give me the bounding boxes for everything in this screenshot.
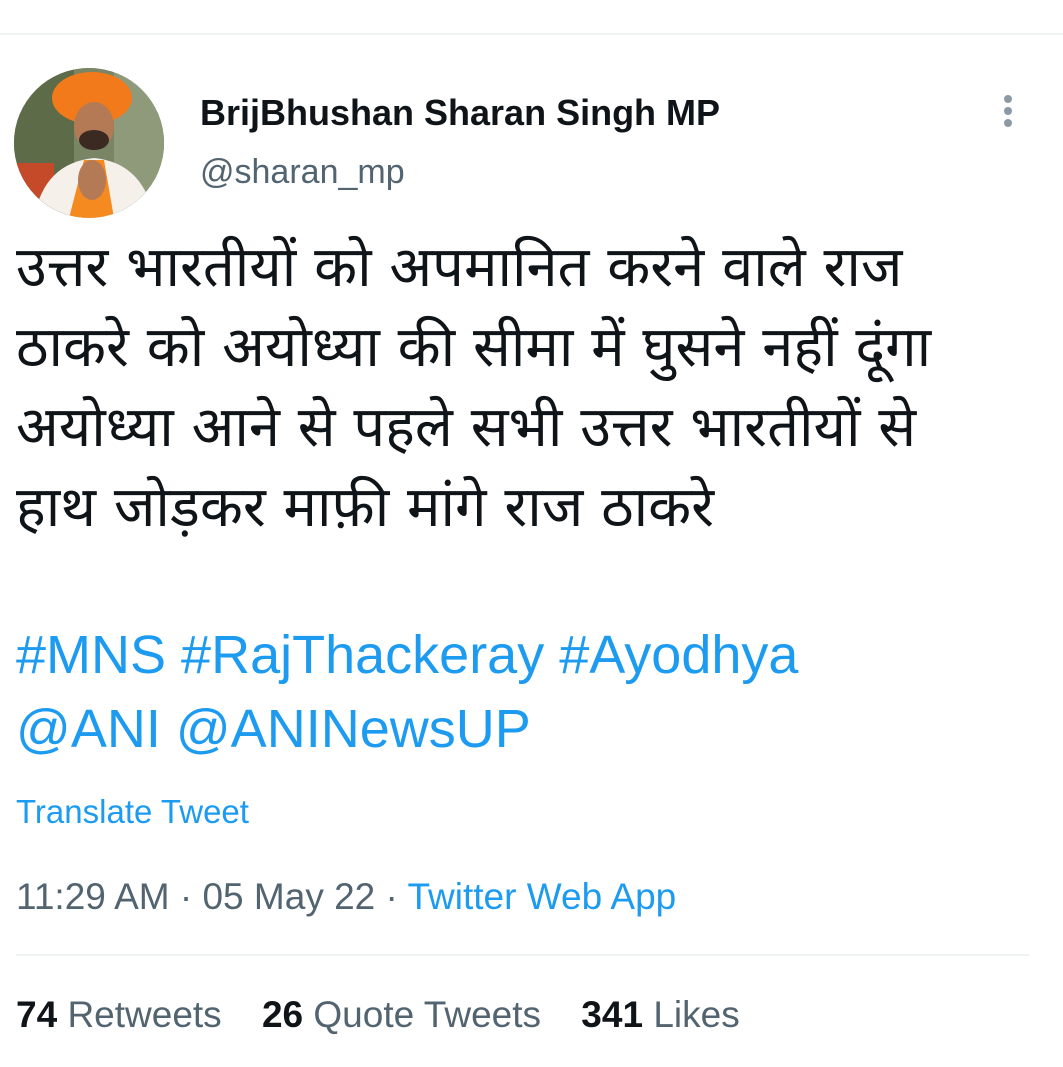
likes-label: Likes: [653, 994, 740, 1035]
top-divider: [0, 33, 1063, 35]
likes-count: 341: [581, 994, 644, 1035]
meta-separator: ·: [179, 876, 193, 917]
tweet-time[interactable]: 11:29 AM: [16, 876, 170, 917]
tweet-text: उत्तर भारतीयों को अपमानित करने वाले राज …: [16, 228, 1046, 548]
tweet-text-line: अयोध्या आने से पहले सभी उत्तर भारतीयों स…: [16, 395, 917, 460]
mention-aninewsup[interactable]: @ANINewsUP: [176, 699, 531, 759]
more-vertical-icon[interactable]: [996, 92, 1020, 132]
author-handle[interactable]: @sharan_mp: [200, 153, 405, 192]
quote-tweets-stat[interactable]: 26 Quote Tweets: [262, 994, 541, 1035]
tweet-stats: 74 Retweets 26 Quote Tweets 341 Likes: [16, 994, 770, 1036]
quote-tweets-label: Quote Tweets: [313, 994, 542, 1035]
tweet-text-line: ठाकरे को अयोध्या की सीमा में घुसने नहीं …: [16, 315, 932, 380]
tweet-source[interactable]: Twitter Web App: [408, 876, 677, 917]
tweet-text-line: उत्तर भारतीयों को अपमानित करने वाले राज: [16, 235, 903, 300]
author-name[interactable]: BrijBhushan Sharan Singh MP: [200, 92, 720, 134]
retweets-stat[interactable]: 74 Retweets: [16, 994, 222, 1035]
tweet-text-line: हाथ जोड़कर माफ़ी मांगे राज ठाकरे: [16, 475, 715, 540]
meta-separator: ·: [385, 876, 398, 917]
hashtag-ayodhya[interactable]: #Ayodhya: [559, 625, 798, 685]
retweets-count: 74: [16, 994, 58, 1035]
avatar-image: [14, 68, 164, 218]
tweet-metadata: 11:29 AM · 05 May 22 · Twitter Web App: [16, 876, 676, 918]
stats-divider: [16, 954, 1029, 956]
hashtag-mns[interactable]: #MNS: [16, 625, 166, 685]
quote-tweets-count: 26: [261, 994, 304, 1035]
avatar[interactable]: [14, 68, 164, 218]
tweet-date[interactable]: 05 May 22: [202, 876, 375, 917]
tweet-tags: #MNS #RajThackeray #Ayodhya @ANI @ANINew…: [16, 618, 798, 766]
mention-ani[interactable]: @ANI: [16, 699, 161, 759]
hashtag-rajthackeray[interactable]: #RajThackeray: [181, 625, 544, 685]
likes-stat[interactable]: 341 Likes: [581, 994, 739, 1035]
retweets-label: Retweets: [67, 994, 222, 1035]
translate-tweet-link[interactable]: Translate Tweet: [16, 793, 249, 831]
